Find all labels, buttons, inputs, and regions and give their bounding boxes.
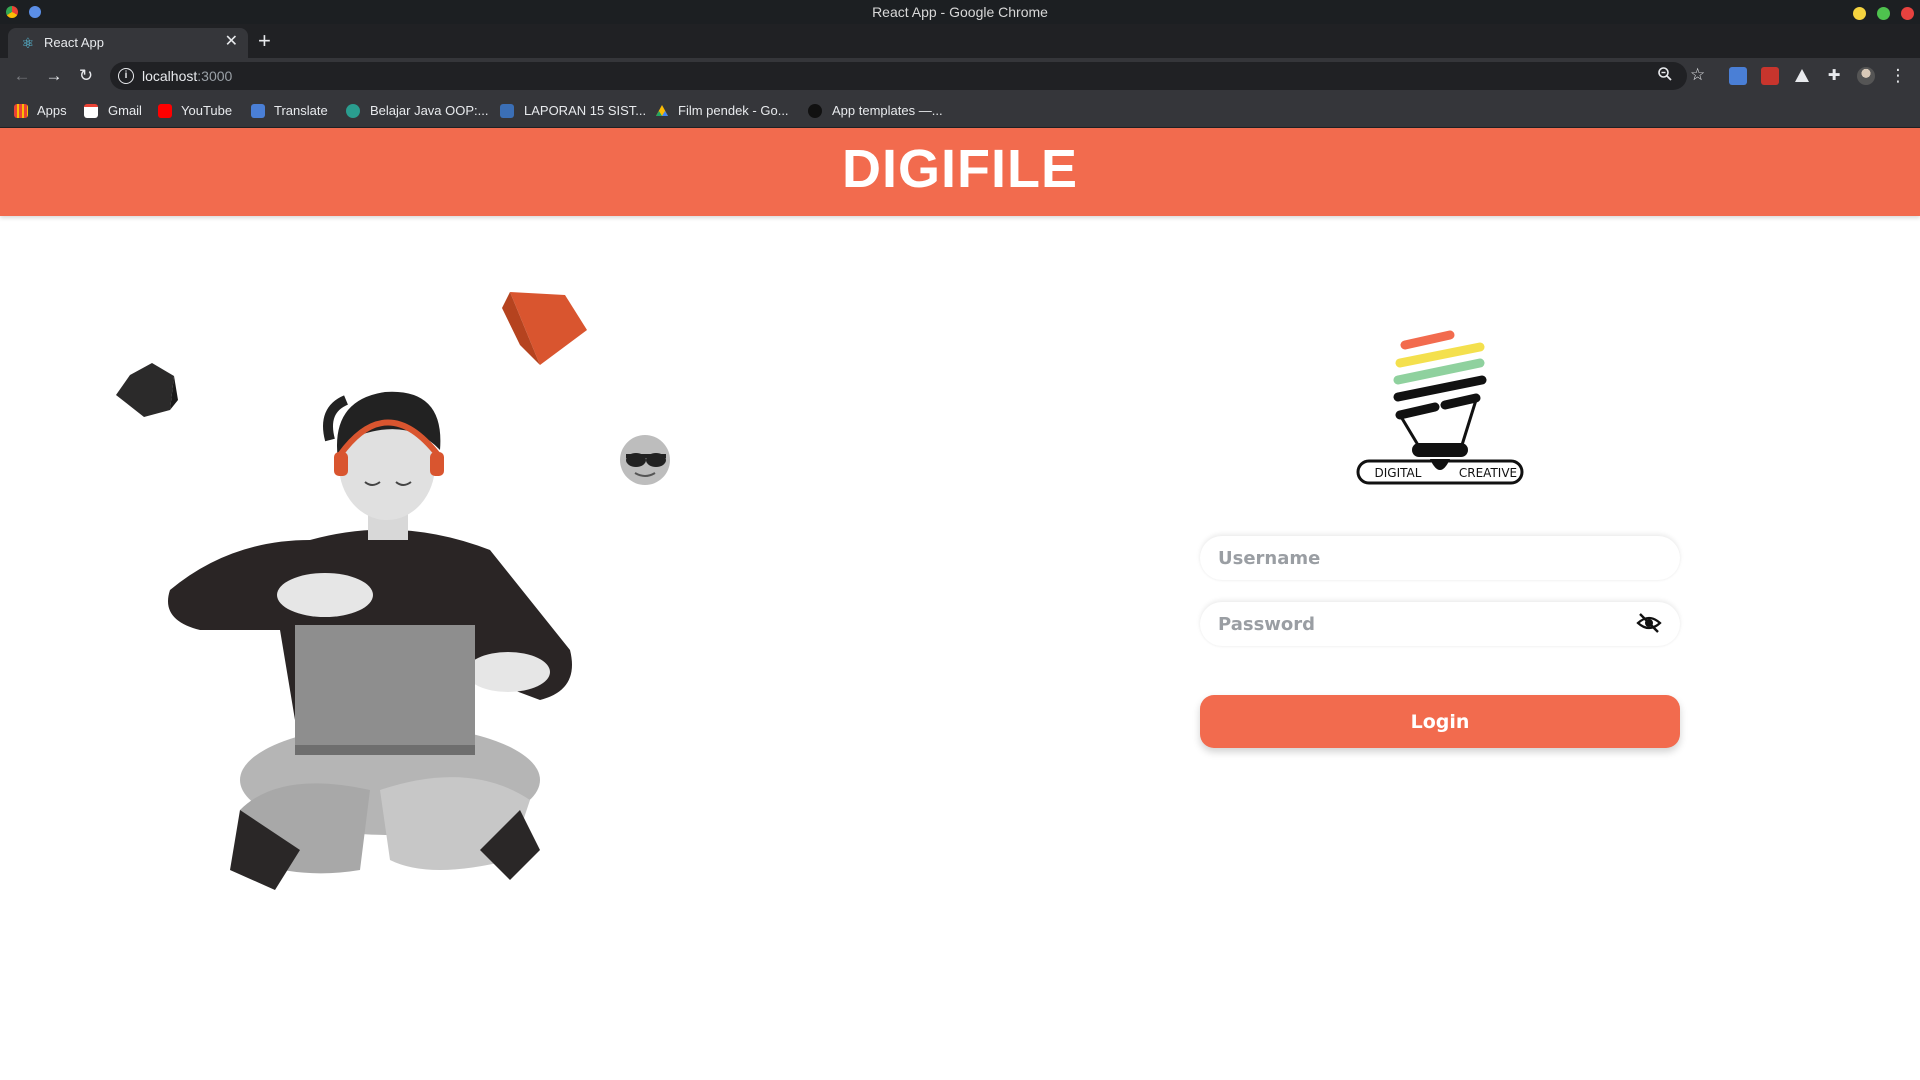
- window-titlebar: React App - Google Chrome: [0, 0, 1920, 24]
- app-header: DIGIFILE: [0, 128, 1920, 216]
- dark-cube-decoration: [116, 363, 178, 417]
- address-url: localhost:3000: [142, 68, 233, 84]
- translate-extension-icon[interactable]: [1729, 67, 1747, 85]
- digital-creative-logo: DIGITAL CREATIVE: [1356, 330, 1524, 485]
- close-window-button[interactable]: [1901, 7, 1914, 20]
- close-tab-icon[interactable]: ✕: [225, 33, 238, 51]
- brand-title: DIGIFILE: [842, 139, 1078, 199]
- chrome-menu-icon[interactable]: ⋮: [1888, 66, 1908, 86]
- window-title: React App - Google Chrome: [872, 4, 1048, 20]
- sunglasses-face-decoration: [620, 435, 670, 485]
- eye-slash-icon[interactable]: [1636, 612, 1662, 634]
- logo-text-digital: DIGITAL: [1375, 466, 1422, 480]
- google-drive-icon: [655, 104, 669, 118]
- username-input[interactable]: [1200, 536, 1680, 580]
- tab-title: React App: [44, 35, 104, 50]
- login-button[interactable]: Login: [1200, 695, 1680, 748]
- pdf-extension-icon[interactable]: [1761, 67, 1779, 85]
- character-figure: [168, 391, 572, 890]
- password-field[interactable]: [1200, 602, 1680, 646]
- gmail-icon: [84, 104, 98, 118]
- site-info-icon[interactable]: i: [118, 68, 134, 84]
- tab-strip: ⚛ React App ✕ +: [0, 24, 1920, 58]
- logo-text-creative: CREATIVE: [1459, 466, 1517, 480]
- bookmark-star-icon[interactable]: ☆: [1690, 65, 1705, 85]
- site-icon: [808, 104, 822, 118]
- bookmark-film-pendek[interactable]: Film pendek - Go...: [678, 103, 789, 118]
- address-bar[interactable]: i localhost:3000 ☆: [110, 62, 1705, 90]
- maximize-button[interactable]: [1877, 7, 1890, 20]
- react-icon: ⚛: [21, 35, 35, 51]
- site-icon: [346, 104, 360, 118]
- translate-icon: [251, 104, 265, 118]
- bookmark-laporan[interactable]: LAPORAN 15 SIST...: [524, 103, 646, 118]
- password-input[interactable]: [1200, 602, 1680, 646]
- extensions-puzzle-icon[interactable]: ✚: [1825, 67, 1843, 85]
- minimize-button[interactable]: [1853, 7, 1866, 20]
- orange-cube-decoration: [502, 292, 587, 365]
- drive-extension-icon[interactable]: [1793, 67, 1811, 85]
- apps-grid-icon: [14, 104, 28, 118]
- browser-toolbar: ← → ↻ i localhost:3000 ☆ ✚ ⋮: [0, 58, 1920, 94]
- bookmark-apps[interactable]: Apps: [37, 103, 67, 118]
- reload-button[interactable]: ↻: [76, 66, 96, 86]
- forward-button[interactable]: →: [44, 66, 64, 86]
- bookmarks-bar: Apps Gmail YouTube Translate Belajar Jav…: [0, 94, 1920, 128]
- site-icon: [500, 104, 514, 118]
- hero-illustration: [116, 292, 670, 890]
- tab-react-app[interactable]: ⚛ React App ✕: [8, 28, 248, 58]
- new-tab-button[interactable]: +: [258, 30, 271, 52]
- username-field[interactable]: [1200, 536, 1680, 580]
- bookmark-app-templates[interactable]: App templates —...: [832, 103, 943, 118]
- bookmark-youtube[interactable]: YouTube: [181, 103, 232, 118]
- bookmark-translate[interactable]: Translate: [274, 103, 328, 118]
- zoom-icon[interactable]: [1657, 66, 1673, 86]
- bookmark-gmail[interactable]: Gmail: [108, 103, 142, 118]
- bookmark-belajar-java[interactable]: Belajar Java OOP:...: [370, 103, 489, 118]
- back-button[interactable]: ←: [12, 66, 32, 86]
- youtube-icon: [158, 104, 172, 118]
- profile-avatar[interactable]: [1857, 67, 1875, 85]
